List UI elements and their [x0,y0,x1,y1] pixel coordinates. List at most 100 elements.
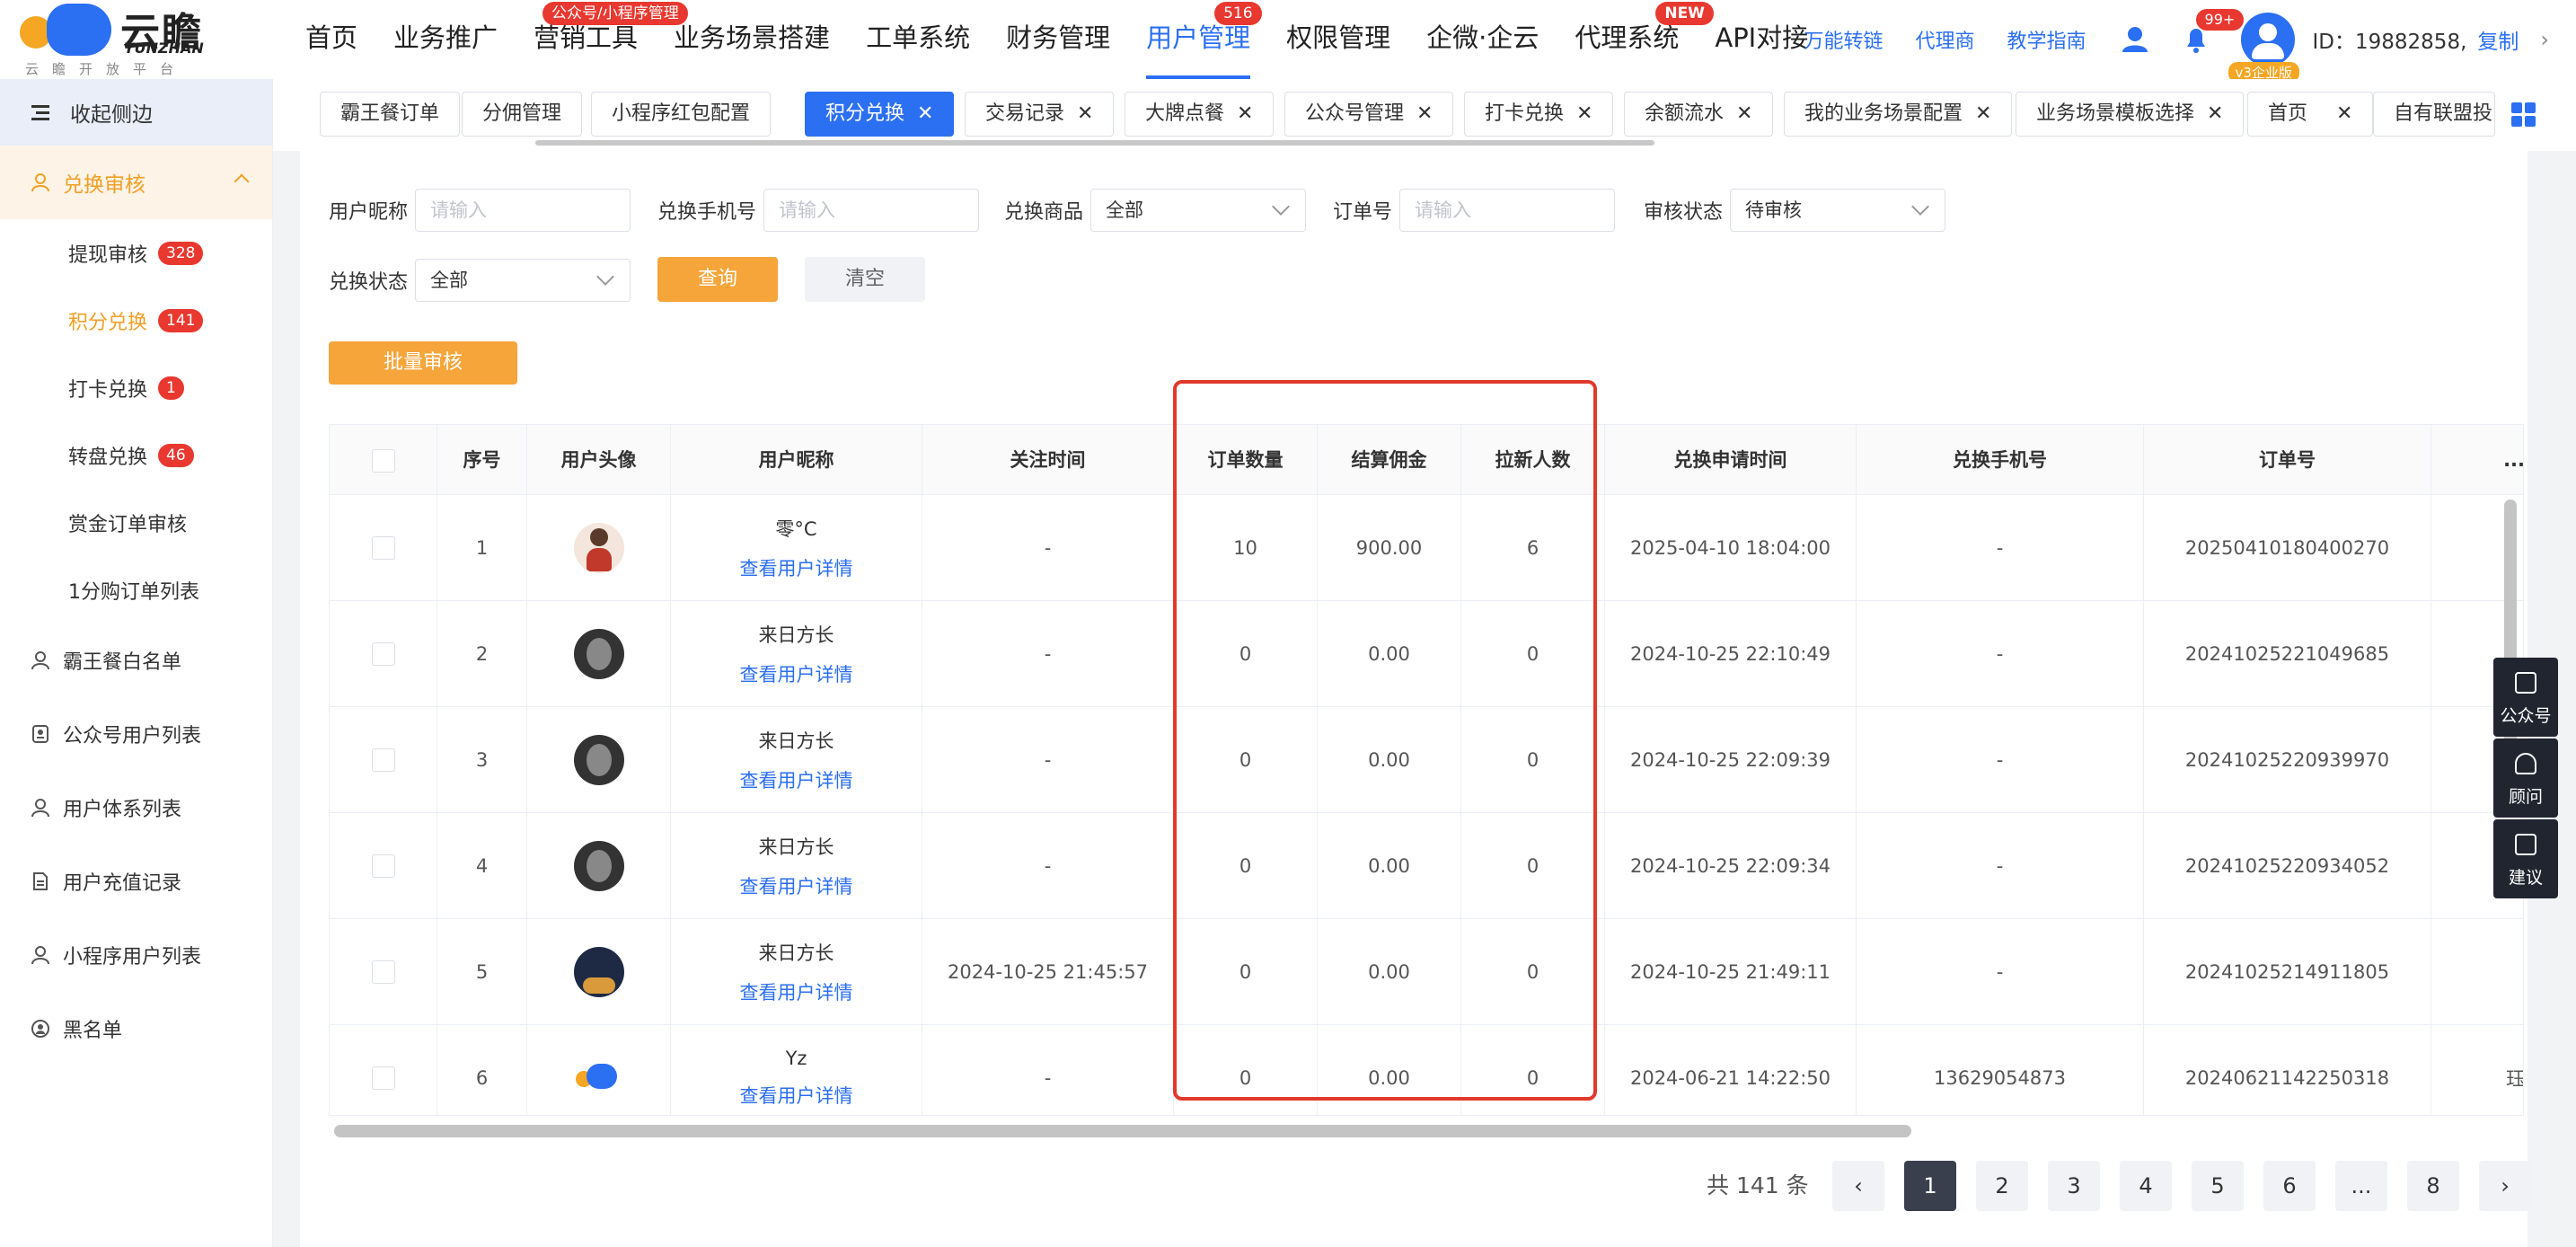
link-universal-convert[interactable]: 万能转链 [1804,25,1883,54]
view-user-detail-link[interactable]: 查看用户详情 [740,978,853,1005]
bell-icon[interactable]: 99+ [2180,9,2245,56]
tab-balance-flow[interactable]: 余额流水 ✕ [1624,92,1774,137]
close-icon[interactable]: ✕ [1576,102,1592,125]
sidebar-item-bounty-audit[interactable]: 赏金订单审核 [0,489,272,556]
view-user-detail-link[interactable]: 查看用户详情 [740,872,853,899]
tab-commission[interactable]: 分佣管理 [462,92,583,137]
sidebar-item-points-exchange[interactable]: 积分兑换 141 [0,287,272,354]
row-checkbox[interactable] [371,854,395,878]
contacts-icon[interactable] [2119,23,2151,56]
copy-id-link[interactable]: 复制 [2477,24,2519,55]
row-checkbox[interactable] [371,1066,395,1090]
page-button[interactable]: 2 [1976,1161,2028,1211]
logo[interactable]: 云瞻 YUNZHAN 云瞻开放平台 [0,0,234,79]
clear-button[interactable]: 清空 [805,257,925,302]
view-user-detail-link[interactable]: 查看用户详情 [740,766,853,793]
close-icon[interactable]: ✕ [1975,102,1991,125]
nav-agent[interactable]: 代理系统 NEW [1557,0,1714,79]
row-checkbox[interactable] [371,748,395,772]
view-user-detail-link[interactable]: 查看用户详情 [740,1082,853,1109]
sidebar-item-mp-users[interactable]: 公众号用户列表 [0,697,272,771]
tab-mp-management[interactable]: 公众号管理 ✕ [1284,92,1454,137]
phone-input[interactable]: 请输入 [763,189,979,232]
sidebar-item-user-system[interactable]: 用户体系列表 [0,771,272,845]
page-button[interactable]: 4 [2120,1161,2172,1211]
row-checkbox[interactable] [371,536,395,560]
close-icon[interactable]: ✕ [1237,102,1253,125]
tabs-scrollbar[interactable] [535,140,1654,146]
sidebar-item-miniapp-users[interactable]: 小程序用户列表 [0,918,272,992]
float-suggestion-button[interactable]: 建议 [2493,819,2558,898]
user-avatar[interactable]: v3企业版 [2228,13,2299,83]
sidebar-item-checkin-exchange[interactable]: 打卡兑换 1 [0,354,272,421]
table-horizontal-scrollbar[interactable] [334,1125,1911,1137]
tab-miniapp-redpack[interactable]: 小程序红包配置 [591,92,772,137]
chevron-right-icon[interactable]: › [2540,27,2549,52]
page-button[interactable]: 8 [2407,1161,2459,1211]
sidebar-item-blacklist[interactable]: 黑名单 [0,992,272,1066]
exchange-status-select[interactable]: 全部 [415,259,631,302]
order-input[interactable]: 请输入 [1399,189,1615,232]
tab-home[interactable]: 首页 ✕ [2247,92,2374,137]
close-icon[interactable]: ✕ [917,102,933,125]
cell-avatar [527,1025,671,1115]
prev-page-button[interactable]: ‹ [1832,1161,1884,1211]
sidebar-item-1fen-orders[interactable]: 1分购订单列表 [0,556,272,624]
row-checkbox[interactable] [371,960,395,984]
tab-transactions[interactable]: 交易记录 ✕ [965,92,1115,137]
close-icon[interactable]: ✕ [1416,102,1433,125]
sidebar-section-exchange-audit[interactable]: 兑换审核 [0,146,272,219]
nav-user-management[interactable]: 用户管理 516 [1128,0,1268,79]
page-ellipsis[interactable]: ... [2335,1161,2387,1211]
tab-scene-template[interactable]: 业务场景模板选择 ✕ [2016,92,2245,137]
nav-home[interactable]: 首页 [287,0,375,79]
page-button[interactable]: 1 [1904,1161,1956,1211]
avatar [573,947,624,997]
chevron-right-icon: › [2501,1173,2510,1198]
close-icon[interactable]: ✕ [2336,102,2352,125]
nav-permission[interactable]: 权限管理 [1268,0,1408,79]
sidebar-item-recharge-records[interactable]: 用户充值记录 [0,845,272,918]
float-advisor-button[interactable]: 顾问 [2493,738,2558,818]
page-button[interactable]: 6 [2263,1161,2316,1211]
sidebar-item-withdraw-audit[interactable]: 提现审核 328 [0,219,272,287]
page-button[interactable]: 5 [2192,1161,2244,1211]
view-user-detail-link[interactable]: 查看用户详情 [740,554,853,581]
tab-checkin-exchange[interactable]: 打卡兑换 ✕ [1464,92,1614,137]
nav-promotion[interactable]: 业务推广 [375,0,516,79]
tab-my-scene-config[interactable]: 我的业务场景配置 ✕ [1784,92,2013,137]
close-icon[interactable]: ✕ [1736,102,1752,125]
batch-audit-button[interactable]: 批量审核 [329,341,517,385]
tab-bawang-orders[interactable]: 霸王餐订单 [320,92,461,137]
close-icon[interactable]: ✕ [2207,102,2223,125]
nav-finance[interactable]: 财务管理 [988,0,1128,79]
nav-ticket[interactable]: 工单系统 [848,0,988,79]
header-no: 序号 [437,425,527,495]
header-select-all[interactable] [330,425,437,495]
link-agent[interactable]: 代理商 [1915,25,1974,54]
product-select[interactable]: 全部 [1090,189,1306,232]
cell-order-no: 20250410180400270 [2144,495,2431,601]
link-guide[interactable]: 教学指南 [2007,25,2086,54]
audit-status-select[interactable]: 待审核 [1730,189,1945,232]
nav-wecom[interactable]: 企微·企云 [1408,0,1557,79]
row-checkbox[interactable] [371,642,395,666]
view-user-detail-link[interactable]: 查看用户详情 [740,660,853,687]
nav-scene-build[interactable]: 业务场景搭建 [656,0,848,79]
page-button[interactable]: 3 [2048,1161,2100,1211]
close-icon[interactable]: ✕ [1077,102,1093,125]
sidebar-item-wheel-exchange[interactable]: 转盘兑换 46 [0,421,272,489]
nav-marketing[interactable]: 营销工具 公众号/小程序管理 [516,0,688,79]
cell-nickname: Yz 查看用户详情 [671,1025,922,1115]
float-official-account-button[interactable]: 公众号 [2493,658,2558,737]
tab-own-alliance[interactable]: 自有联盟投 [2373,92,2495,137]
nickname-input[interactable]: 请输入 [415,189,631,232]
sidebar-collapse[interactable]: 收起侧边 [0,79,272,146]
select-all-checkbox[interactable] [371,449,395,473]
next-page-button[interactable]: › [2479,1161,2531,1211]
tab-points-exchange[interactable]: 积分兑换 ✕ [805,92,955,137]
grid-icon[interactable] [2511,102,2536,128]
tab-brand-dining[interactable]: 大牌点餐 ✕ [1125,92,1275,137]
query-button[interactable]: 查询 [657,257,778,302]
sidebar-item-whitelist[interactable]: 霸王餐白名单 [0,624,272,697]
